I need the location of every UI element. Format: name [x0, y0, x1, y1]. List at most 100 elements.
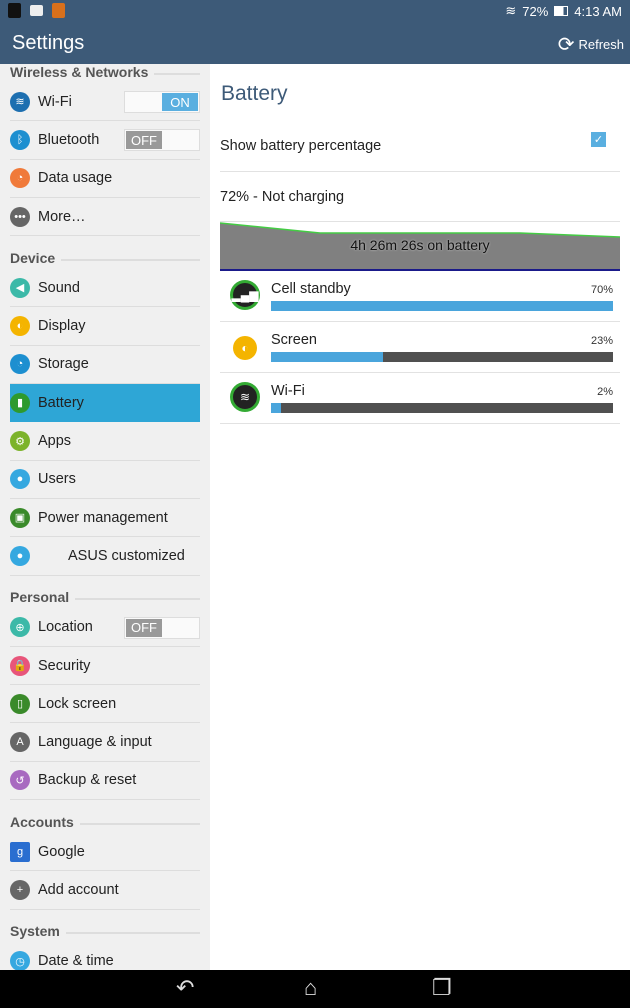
section-header-label: Device	[10, 249, 56, 266]
usage-name: Cell standby	[271, 281, 351, 297]
sidebar-item-label: Battery	[38, 394, 84, 411]
apps-icon: ⚙	[10, 431, 30, 452]
backup-icon: ↺	[10, 770, 30, 791]
sidebar-item-wi-fi[interactable]: ≋ Wi-Fi ON	[10, 83, 200, 122]
sidebar-item-google[interactable]: g Google	[10, 833, 200, 872]
sidebar-item-label: Add account	[38, 881, 119, 898]
section-header: Accounts	[0, 800, 210, 833]
sidebar-item-more[interactable]: ••• More…	[10, 198, 200, 237]
sidebar-item-label: Power management	[38, 509, 168, 526]
battery-history-graph[interactable]: 4h 26m 26s on battery	[220, 221, 620, 271]
sound-icon: ◀	[10, 277, 30, 298]
usage-row[interactable]: ▂▄▆ Cell standby 70%	[220, 272, 620, 322]
wi-fi-toggle[interactable]: ON	[124, 91, 200, 113]
wifi-icon: ≋	[10, 91, 30, 112]
toggle-state: ON	[162, 93, 198, 111]
show-battery-percentage-row[interactable]: Show battery percentage ✓	[220, 122, 620, 172]
sidebar-item-storage[interactable]: ◔ Storage	[10, 346, 200, 385]
sidebar-item-users[interactable]: ● Users	[10, 461, 200, 499]
sidebar-item-location[interactable]: ⊕ Location OFF	[10, 609, 200, 647]
usage-name: Wi-Fi	[271, 383, 305, 399]
sidebar-item-label: Storage	[38, 356, 89, 373]
sidebar-item-date-time[interactable]: ◷ Date & time	[10, 943, 200, 970]
usage-row[interactable]: ≋ Wi-Fi 2%	[220, 374, 620, 424]
section-header-label: Accounts	[10, 813, 74, 830]
language-icon: A	[10, 732, 30, 753]
usage-percent: 70%	[590, 284, 613, 296]
sidebar-item-language-input[interactable]: A Language & input	[10, 723, 200, 762]
refresh-label: Refresh	[578, 37, 624, 52]
sidebar-item-display[interactable]: ◐ Display	[10, 307, 200, 346]
section-header: Device	[0, 236, 210, 269]
refresh-button[interactable]: ⟳ Refresh	[558, 32, 624, 57]
battery-graph-label: 4h 26m 26s on battery	[350, 237, 490, 253]
sidebar-item-label: Wi-Fi	[38, 93, 72, 110]
sidebar-item-label: Apps	[38, 433, 72, 450]
section-header: Wireless & Networks	[0, 64, 210, 83]
sidebar-item-label: Lock screen	[38, 695, 117, 712]
sidebar-item-label: Date & time	[38, 953, 114, 970]
recents-icon[interactable]: ❐	[432, 975, 452, 1001]
battery-icon	[554, 6, 569, 16]
location-toggle[interactable]: OFF	[124, 616, 200, 639]
home-icon[interactable]: ⌂	[304, 975, 317, 1001]
action-bar: Settings ⟳ Refresh	[0, 22, 630, 64]
storage-icon: ◔	[10, 354, 30, 375]
power-management-icon: ▣	[10, 507, 30, 528]
page-title: Battery	[221, 82, 288, 105]
sidebar-item-label: Location	[38, 619, 93, 636]
security-icon: 🔒	[10, 655, 30, 676]
back-icon[interactable]: ↶	[176, 975, 194, 1001]
status-bar: ≋ 72% 4:13 AM	[0, 0, 630, 22]
add-account-icon: +	[10, 879, 30, 900]
sidebar-item-apps[interactable]: ⚙ Apps	[10, 422, 200, 461]
usage-row[interactable]: ◐ Screen 23%	[220, 323, 620, 373]
show-battery-percentage-checkbox[interactable]: ✓	[591, 132, 606, 147]
sidebar-item-label: Sound	[38, 279, 80, 296]
bluetooth-toggle[interactable]: OFF	[124, 129, 200, 152]
sidebar-item-data-usage[interactable]: ◔ Data usage	[10, 160, 200, 198]
sidebar-item-sound[interactable]: ◀ Sound	[10, 269, 200, 308]
more-icon: •••	[10, 206, 30, 227]
location-icon: ⊕	[10, 617, 30, 638]
usage-name: Screen	[271, 332, 317, 348]
wifi-usage-icon: ≋	[230, 382, 260, 412]
usage-bar	[271, 403, 613, 413]
sidebar-item-asus-customized[interactable]: ● ASUS customized	[10, 537, 200, 576]
show-battery-percentage-label: Show battery percentage	[220, 138, 382, 154]
battery-status: 72% - Not charging	[220, 189, 345, 205]
sidebar-item-add-account[interactable]: + Add account	[10, 871, 200, 910]
google-icon: g	[10, 841, 30, 862]
sidebar-item-bluetooth[interactable]: ᛒ Bluetooth OFF	[10, 121, 200, 160]
image-notification-icon	[30, 5, 43, 16]
sidebar-item-label: Bluetooth	[38, 131, 100, 148]
wifi-signal-icon: ≋	[505, 3, 517, 18]
usage-bar-fill	[271, 352, 384, 362]
sidebar-item-security[interactable]: 🔒 Security	[10, 647, 200, 686]
usage-bar	[271, 301, 613, 311]
usage-percent: 2%	[597, 386, 613, 398]
toggle-state: OFF	[126, 618, 162, 637]
usage-bar	[271, 352, 613, 362]
sidebar-item-power-management[interactable]: ▣ Power management	[10, 499, 200, 538]
sidebar-item-lock-screen[interactable]: ▯ Lock screen	[10, 685, 200, 724]
sidebar-item-battery[interactable]: ▮ Battery	[10, 384, 200, 423]
settings-sidebar[interactable]: Wireless & Networks ≋ Wi-Fi ON ᛒ Bluetooth OFF…	[0, 64, 210, 970]
sidebar-item-label: More…	[38, 208, 86, 225]
clock: 4:13 AM	[574, 3, 622, 19]
display-icon: ◐	[10, 316, 30, 337]
users-icon: ●	[10, 469, 30, 490]
sidebar-item-label: Google	[38, 843, 85, 860]
app-notification-icon	[52, 3, 65, 18]
date-time-icon: ◷	[10, 951, 30, 970]
navigation-bar: ↶ ⌂ ❐	[0, 970, 630, 1008]
sidebar-item-label: Security	[38, 657, 91, 674]
sidebar-item-backup-reset[interactable]: ↺ Backup & reset	[10, 762, 200, 801]
battery-status-row: 72% - Not charging	[220, 172, 620, 222]
section-header-label: Personal	[10, 589, 70, 606]
screen-icon: ◐	[233, 336, 257, 360]
app-title: Settings	[12, 32, 85, 54]
usage-bar-fill	[271, 301, 613, 311]
sidebar-item-label: Users	[38, 471, 76, 488]
sidebar-item-label: Backup & reset	[38, 772, 137, 789]
